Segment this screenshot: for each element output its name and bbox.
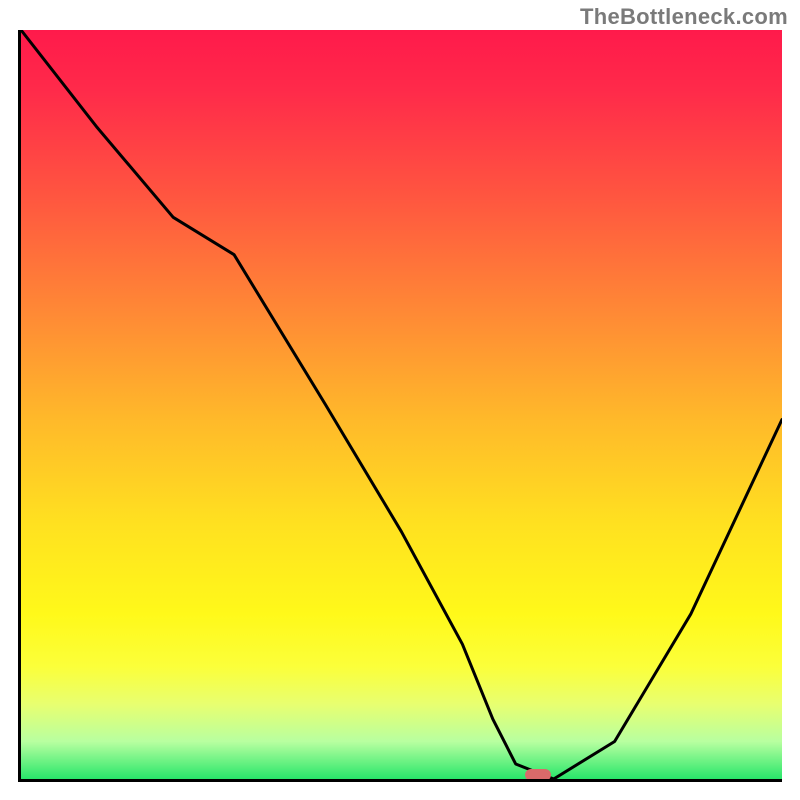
bottleneck-curve	[21, 30, 782, 779]
chart-container: TheBottleneck.com	[0, 0, 800, 800]
optimal-point-marker	[525, 769, 551, 779]
attribution-label: TheBottleneck.com	[580, 4, 788, 30]
plot-area	[21, 30, 782, 779]
